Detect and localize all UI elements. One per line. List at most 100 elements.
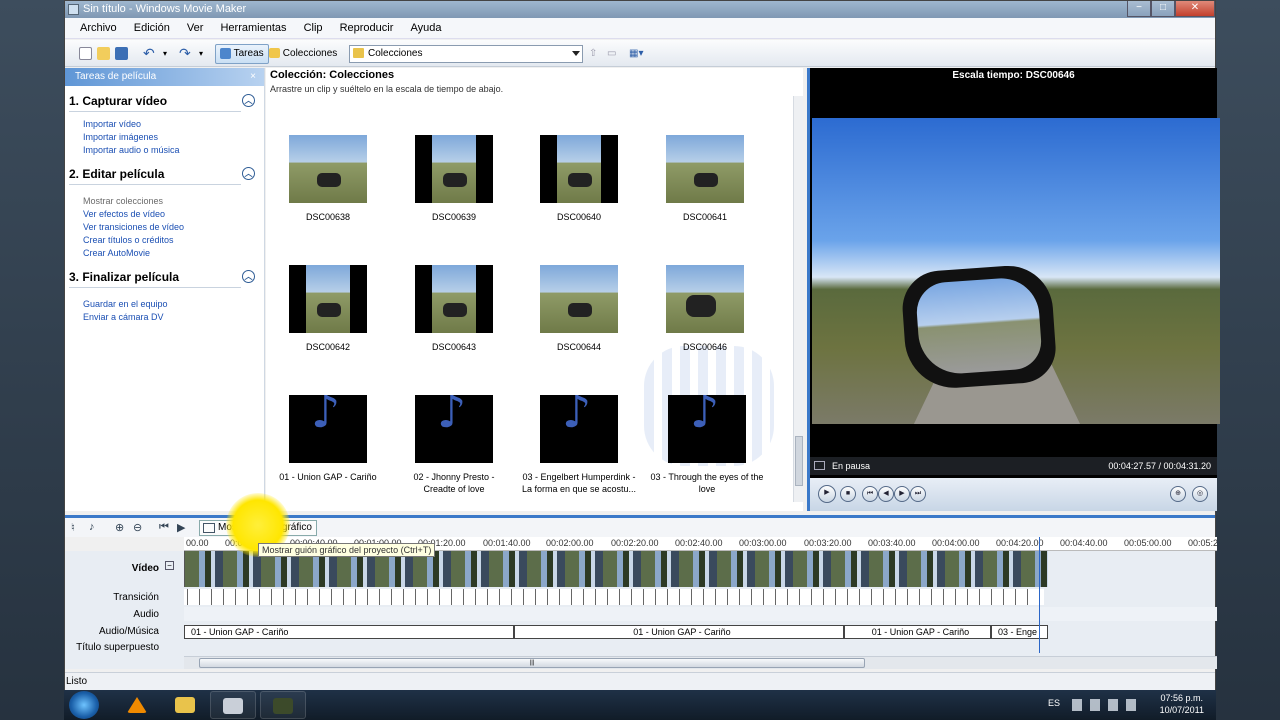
collections-button[interactable]: Colecciones	[269, 45, 337, 62]
menu-reproducir[interactable]: Reproducir	[333, 18, 401, 39]
clip-item[interactable]: DSC00638	[273, 135, 383, 223]
menu-herramientas[interactable]: Herramientas	[213, 18, 293, 39]
menu-clip[interactable]: Clip	[297, 18, 330, 39]
close-button[interactable]: ✕	[1175, 1, 1215, 17]
redo-dropdown-icon[interactable]: ▾	[199, 45, 203, 62]
timeline-scrollbar[interactable]: |||	[184, 656, 1217, 669]
redo-icon[interactable]: ↷	[179, 45, 191, 62]
preview-title: Escala tiempo: DSC00646	[952, 70, 1075, 81]
music-note-icon: ♪	[437, 395, 467, 438]
link-send-dv[interactable]: Enviar a cámara DV	[83, 311, 264, 324]
maximize-button[interactable]: □	[1151, 1, 1175, 17]
audio-clip-item[interactable]: ♪ 03 - Through the eyes of the love	[645, 395, 769, 495]
up-level-icon[interactable]: ⇧	[589, 45, 597, 62]
clip-label: DSC00641	[682, 212, 728, 222]
save-project-icon[interactable]	[115, 45, 128, 62]
explorer-icon[interactable]	[162, 691, 208, 719]
collapse-icon[interactable]: ︿	[242, 167, 255, 180]
close-icon[interactable]: ×	[250, 68, 256, 86]
play-timeline-icon[interactable]: ▶	[177, 521, 185, 534]
movie-maker-task-icon[interactable]	[210, 691, 256, 719]
rewind-timeline-icon[interactable]: ⏮	[159, 521, 169, 534]
menu-archivo[interactable]: Archivo	[73, 18, 124, 39]
music-clip[interactable]: 01 - Union GAP - Cariño	[184, 625, 514, 639]
audio-levels-icon[interactable]: ♪	[89, 521, 95, 533]
title-bar[interactable]: Sin título - Windows Movie Maker − □ ✕	[65, 1, 1215, 18]
clip-label: DSC00642	[305, 342, 351, 352]
toolbar: ↶ ▾ ↷ ▾ Tareas Colecciones Colecciones ⇧…	[65, 40, 1215, 67]
zoom-out-icon[interactable]: ⊖	[133, 521, 142, 534]
language-indicator[interactable]: ES	[1048, 698, 1060, 708]
music-clip[interactable]: 01 - Union GAP - Cariño	[844, 625, 991, 639]
views-icon[interactable]: ▦▾	[629, 45, 643, 62]
previous-frame-button[interactable]: ⏮	[862, 486, 878, 502]
collection-scrollbar[interactable]	[793, 96, 803, 502]
menu-ayuda[interactable]: Ayuda	[403, 18, 448, 39]
preview-video	[812, 118, 1220, 424]
open-project-icon[interactable]	[97, 45, 110, 62]
collections-label: Colecciones	[282, 48, 338, 59]
undo-icon[interactable]: ↶	[143, 45, 155, 62]
clip-item[interactable]: DSC00641	[650, 135, 760, 223]
clip-item[interactable]: DSC00639	[399, 135, 509, 223]
clip-item[interactable]: DSC00642	[273, 265, 383, 353]
collapse-icon[interactable]: ︿	[242, 270, 255, 283]
undo-dropdown-icon[interactable]: ▾	[163, 45, 167, 62]
collapse-icon[interactable]: ︿	[242, 94, 255, 107]
new-project-icon[interactable]	[79, 45, 92, 62]
link-save-computer[interactable]: Guardar en el equipo	[83, 298, 264, 311]
vlc-icon[interactable]	[114, 691, 160, 719]
link-titles-credits[interactable]: Crear títulos o créditos	[83, 234, 264, 247]
zoom-in-icon[interactable]: ⊕	[115, 521, 124, 534]
section-capture-title[interactable]: 1. Capturar vídeo ︿	[69, 90, 255, 112]
link-video-effects[interactable]: Ver efectos de vídeo	[83, 208, 264, 221]
clip-item[interactable]: DSC00640	[524, 135, 634, 223]
preview-time: 00:04:27.57 / 00:04:31.20	[1108, 461, 1211, 471]
link-automovie[interactable]: Crear AutoMovie	[83, 247, 264, 260]
link-import-images[interactable]: Importar imágenes	[83, 131, 264, 144]
collection-select[interactable]: Colecciones	[349, 45, 583, 63]
play-button[interactable]: ▶	[818, 485, 836, 503]
clock[interactable]: 07:56 p.m. 10/07/2011	[1160, 692, 1204, 716]
clip-item[interactable]: DSC00644	[524, 265, 634, 353]
link-import-audio[interactable]: Importar audio o música	[83, 144, 264, 157]
section-finish-title[interactable]: 3. Finalizar película ︿	[69, 266, 255, 288]
app-task-icon[interactable]	[260, 691, 306, 719]
clip-label: 02 - Jhonny Presto - Creadte of love	[413, 472, 495, 494]
clip-item[interactable]: DSC00643	[399, 265, 509, 353]
next-frame-button[interactable]: ⏭	[910, 486, 926, 502]
audio-track[interactable]	[184, 607, 1217, 621]
tasks-button[interactable]: Tareas	[215, 44, 269, 64]
rewind-button[interactable]: ◀	[878, 486, 894, 502]
playhead[interactable]	[1039, 537, 1040, 653]
tray-icons[interactable]	[1072, 699, 1142, 711]
tasks-header: Tareas de película ×	[65, 68, 264, 86]
menu-ver[interactable]: Ver	[180, 18, 211, 39]
scroll-thumb[interactable]: |||	[199, 658, 865, 668]
collapse-track-icon[interactable]: −	[165, 561, 174, 570]
ruler-tick: 00.00	[186, 538, 209, 548]
section-capture: 1. Capturar vídeo ︿ Importar vídeo Import…	[65, 86, 264, 163]
music-clip[interactable]: 01 - Union GAP - Cariño	[514, 625, 844, 639]
audio-clip-item[interactable]: ♪ 02 - Jhonny Presto - Creadte of love	[399, 395, 509, 495]
forward-button[interactable]: ▶	[894, 486, 910, 502]
new-folder-icon[interactable]: ▭	[607, 45, 616, 62]
transition-track[interactable]	[184, 589, 1044, 605]
link-video-transitions[interactable]: Ver transiciones de vídeo	[83, 221, 264, 234]
paused-icon	[814, 461, 825, 470]
menu-edicion[interactable]: Edición	[127, 18, 177, 39]
audio-clip-item[interactable]: ♪ 03 - Engelbert Humperdink - La forma en…	[520, 395, 638, 495]
narrate-icon[interactable]: ♮	[71, 521, 75, 534]
link-import-video[interactable]: Importar vídeo	[83, 118, 264, 131]
start-button[interactable]	[69, 691, 99, 719]
snapshot-icon[interactable]: ◎	[1192, 486, 1208, 502]
minimize-button[interactable]: −	[1127, 1, 1151, 17]
section-edit-title[interactable]: 2. Editar película ︿	[69, 163, 255, 185]
audio-clip-item[interactable]: ♪ 01 - Union GAP - Cariño	[273, 395, 383, 483]
taskbar: ES 07:56 p.m. 10/07/2011	[64, 690, 1216, 720]
split-icon[interactable]: ⊕	[1170, 486, 1186, 502]
scroll-thumb[interactable]	[795, 436, 803, 486]
stop-button[interactable]: ■	[840, 486, 856, 502]
ruler-tick: 00:05:00.00	[1124, 538, 1172, 548]
clip-item[interactable]: DSC00646	[650, 265, 760, 353]
